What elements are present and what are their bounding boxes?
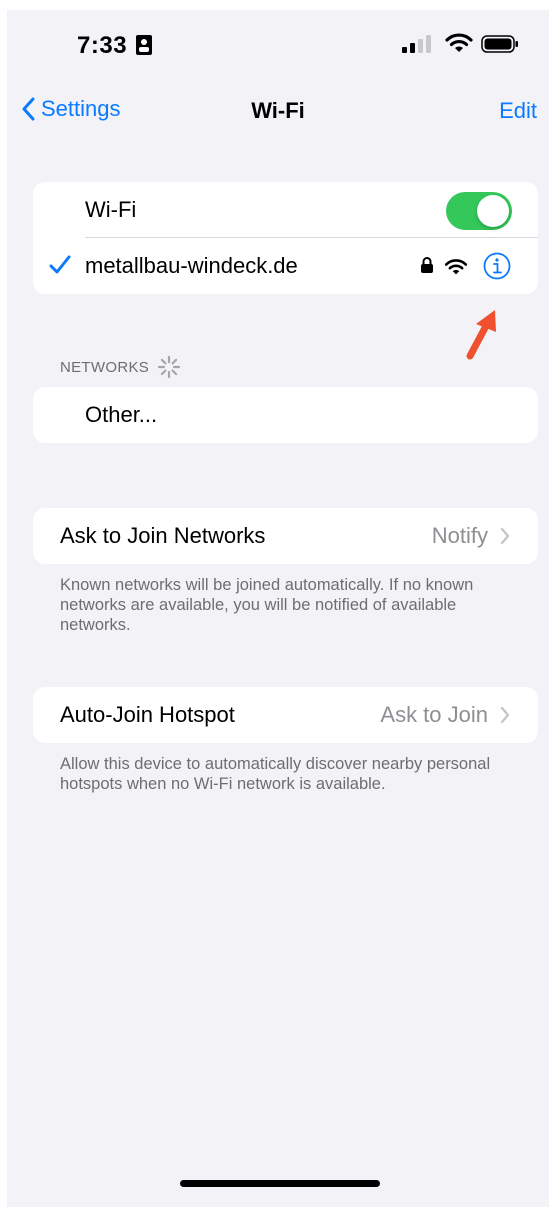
ask-to-join-footer: Known networks will be joined automatica… bbox=[60, 576, 474, 634]
chevron-right-icon bbox=[500, 706, 510, 724]
auto-join-hotspot-group: Auto-Join Hotspot Ask to Join bbox=[33, 687, 538, 743]
ask-to-join-label: Ask to Join Networks bbox=[60, 523, 266, 548]
page-title: Wi-Fi bbox=[251, 98, 305, 123]
checkmark-icon bbox=[49, 255, 71, 274]
home-indicator[interactable] bbox=[180, 1180, 380, 1187]
networks-section-header: NETWORKS bbox=[60, 355, 181, 379]
status-bar: 7:33 bbox=[7, 10, 549, 90]
auto-join-hotspot-value-wrap: Ask to Join bbox=[380, 702, 510, 728]
lock-icon bbox=[421, 257, 433, 273]
navigation-bar: Settings Wi-Fi Edit bbox=[7, 90, 549, 130]
networks-group: Other... bbox=[33, 387, 538, 443]
chevron-right-icon bbox=[500, 527, 510, 545]
cellular-signal-icon bbox=[402, 35, 431, 53]
battery-icon bbox=[481, 35, 518, 53]
wifi-toggle-label: Wi-Fi bbox=[85, 197, 137, 222]
id-card-icon bbox=[136, 35, 152, 55]
status-time: 7:33 bbox=[77, 32, 128, 59]
auto-join-hotspot-row[interactable]: Auto-Join Hotspot Ask to Join bbox=[33, 687, 538, 743]
other-network-label: Other... bbox=[85, 402, 158, 427]
wifi-toggle[interactable] bbox=[446, 192, 512, 230]
edit-button[interactable]: Edit bbox=[499, 98, 537, 124]
wifi-group: Wi-Fi metallbau-windeck.de bbox=[33, 182, 538, 294]
toggle-knob bbox=[477, 195, 509, 227]
auto-join-hotspot-footer: Allow this device to automatically disco… bbox=[60, 755, 491, 793]
connected-network-name: metallbau-windeck.de bbox=[85, 253, 298, 278]
connected-network-row[interactable]: metallbau-windeck.de bbox=[33, 238, 538, 294]
annotation-arrow bbox=[466, 310, 496, 360]
networks-header-label: NETWORKS bbox=[60, 358, 150, 376]
wifi-toggle-row: Wi-Fi bbox=[33, 182, 538, 238]
ask-to-join-value-wrap: Notify bbox=[432, 523, 510, 549]
spinner-icon bbox=[157, 355, 181, 379]
auto-join-hotspot-value: Ask to Join bbox=[380, 702, 488, 727]
ask-to-join-group: Ask to Join Networks Notify bbox=[33, 508, 538, 564]
wifi-icon bbox=[445, 33, 473, 52]
other-network-row[interactable]: Other... bbox=[33, 387, 538, 443]
screen: 7:33 Settings Wi-Fi Edit Wi-Fi metallbau… bbox=[7, 10, 549, 1207]
ask-to-join-row[interactable]: Ask to Join Networks Notify bbox=[33, 508, 538, 564]
ask-to-join-value: Notify bbox=[431, 523, 488, 548]
auto-join-hotspot-label: Auto-Join Hotspot bbox=[60, 702, 235, 727]
info-icon[interactable] bbox=[483, 252, 511, 280]
wifi-icon bbox=[444, 259, 468, 275]
